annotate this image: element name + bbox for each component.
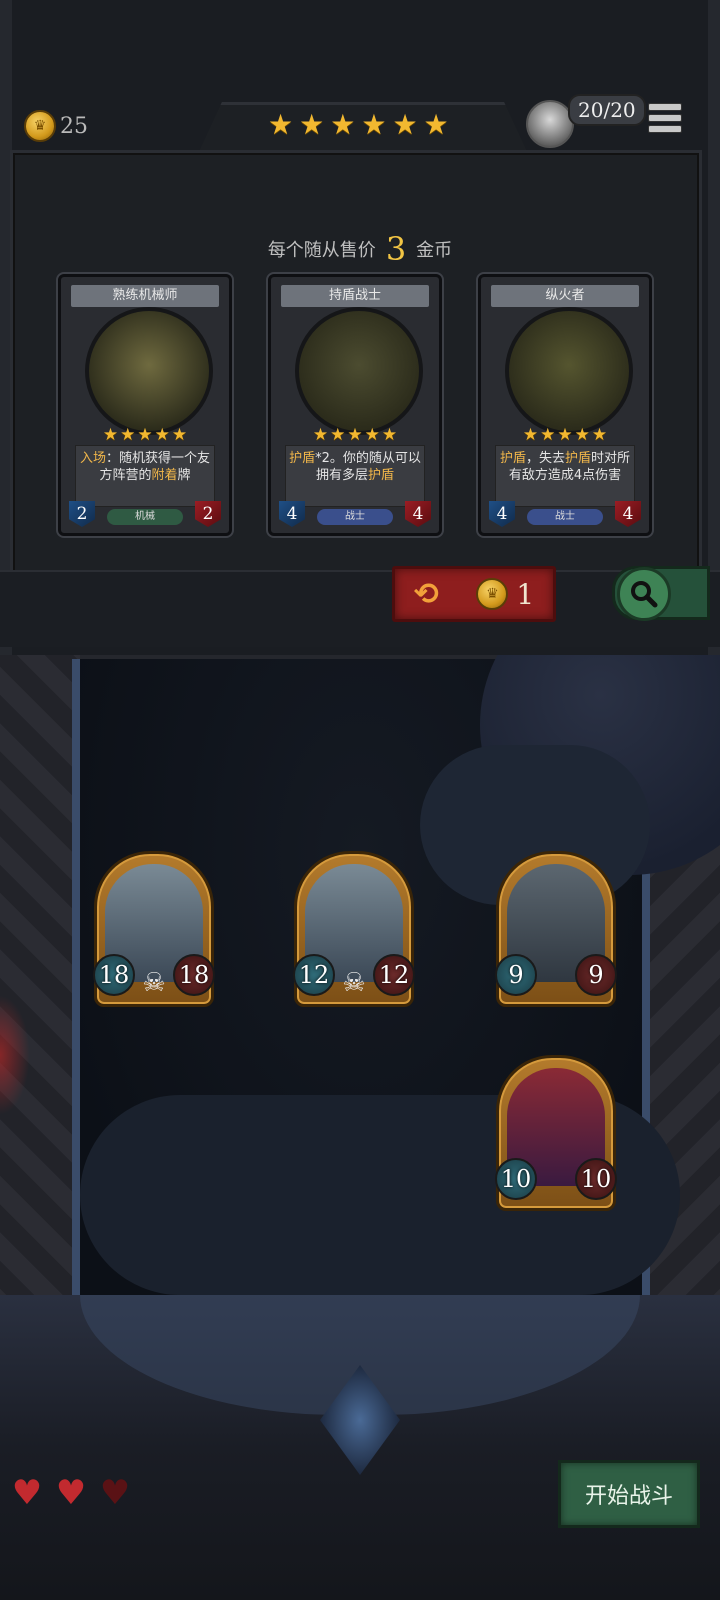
star-icon: ★: [330, 108, 356, 141]
card-health: 4: [405, 501, 431, 527]
price-info: 每个随从售价 3 金币: [0, 230, 720, 268]
keyword: 附着: [151, 468, 178, 483]
refresh-icon: ⟲: [413, 576, 439, 612]
hamburger-menu-icon[interactable]: [648, 103, 682, 133]
price-prefix: 每个随从售价: [267, 240, 376, 261]
gold-amount: 25: [60, 113, 88, 139]
minion-attack: 12: [293, 954, 335, 996]
minion-health: 10: [575, 1158, 617, 1200]
card-attack: 4: [489, 501, 515, 527]
card-portrait: [505, 307, 633, 435]
star-icon: ★: [557, 425, 573, 445]
card-tribe: 机械: [107, 509, 183, 525]
heart-icon: ♥: [99, 1473, 131, 1513]
star-icon: ★: [361, 108, 387, 141]
keyword: 护盾: [289, 451, 316, 466]
star-icon: ★: [381, 425, 398, 445]
star-icon: ★: [392, 108, 418, 141]
card-attack: 2: [69, 501, 95, 527]
crown-coin-icon: ♛: [476, 578, 509, 610]
card-description: 入场：随机获得一个友方阵营的附着牌: [75, 445, 215, 507]
minion-health: 9: [575, 954, 617, 996]
card-tribe: 战士: [527, 509, 603, 525]
skull-icon: ☠: [342, 968, 366, 998]
minion-attack: 10: [495, 1158, 537, 1200]
board-minion[interactable]: 12 ☠ 12: [293, 851, 415, 1007]
red-glow: [0, 995, 30, 1115]
refresh-shop-button[interactable]: ⟲ ♛ 1: [392, 566, 556, 622]
star-icon: ★: [591, 425, 608, 445]
star-icon: ★: [540, 425, 556, 445]
card-portrait: [85, 307, 213, 435]
star-icon: ★: [299, 108, 325, 141]
card-description: 护盾*2。你的随从可以拥有多层护盾: [285, 445, 425, 507]
star-icon: ★: [268, 108, 294, 141]
shop-card[interactable]: 纵火者 ★ ★ ★ ★ ★ 护盾，失去护盾时对所有敌方造成4点伤害 4 战士 4: [478, 274, 652, 536]
star-icon: ★: [171, 425, 188, 445]
keyword: 护盾: [499, 451, 526, 466]
card-health: 2: [195, 501, 221, 527]
player-avatar-icon[interactable]: [526, 100, 574, 148]
heart-icon: ♥: [11, 1473, 43, 1513]
card-attack: 4: [279, 501, 305, 527]
star-icon: ★: [154, 425, 170, 445]
card-stars: ★ ★ ★ ★ ★: [481, 425, 649, 445]
keyword: 护盾: [368, 468, 395, 483]
skull-icon: ☠: [142, 968, 166, 998]
board-minion[interactable]: 18 ☠ 18: [93, 851, 215, 1007]
start-battle-button[interactable]: 开始战斗: [558, 1460, 700, 1528]
minion-health: 18: [173, 954, 215, 996]
desc-text: ，失去: [525, 451, 565, 466]
shop-panel: ♛ 25 ★ ★ ★ ★ ★ ★ 20/20 每个随从售价 3 金币 熟练机械师 ★ ★ ★ ★ ★ 入场…: [0, 0, 720, 655]
card-stars: ★ ★ ★ ★ ★: [271, 425, 439, 445]
card-name: 持盾战士: [281, 285, 429, 307]
shop-action-bar: [0, 570, 720, 647]
magnifier-icon: [617, 567, 671, 621]
card-portrait: [295, 307, 423, 435]
keyword: 入场: [79, 451, 106, 466]
player-status[interactable]: 20/20: [526, 94, 646, 148]
tier-stars: ★ ★ ★ ★ ★ ★: [268, 111, 449, 139]
star-icon: ★: [102, 425, 119, 445]
shop-card[interactable]: 持盾战士 ★ ★ ★ ★ ★ 护盾*2。你的随从可以拥有多层护盾 4 战士 4: [268, 274, 442, 536]
minion-health: 12: [373, 954, 415, 996]
star-icon: ★: [120, 425, 136, 445]
card-stars: ★ ★ ★ ★ ★: [61, 425, 229, 445]
star-icon: ★: [574, 425, 590, 445]
card-name: 纵火者: [491, 285, 639, 307]
star-icon: ★: [364, 425, 380, 445]
star-icon: ★: [137, 425, 153, 445]
keyword: 护盾: [565, 451, 592, 466]
lives-indicator: ♥ ♥ ♥: [8, 1476, 134, 1510]
panel-border-right: [708, 0, 720, 655]
star-icon: ★: [423, 108, 449, 141]
card-name: 熟练机械师: [71, 285, 219, 307]
desc-text: 牌: [177, 468, 191, 483]
crown-coin-icon: ♛: [24, 110, 56, 142]
board-minion[interactable]: 10 10: [495, 1055, 617, 1211]
price-value: 3: [385, 230, 407, 268]
star-icon: ★: [330, 425, 346, 445]
card-health: 4: [615, 501, 641, 527]
board-minion[interactable]: 99: [495, 851, 617, 1007]
price-suffix: 金币: [416, 240, 453, 261]
star-icon: ★: [347, 425, 363, 445]
card-tribe: 战士: [317, 509, 393, 525]
refresh-cost: 1: [516, 577, 535, 611]
star-icon: ★: [312, 425, 329, 445]
search-button[interactable]: [612, 566, 710, 621]
minion-attack: 18: [93, 954, 135, 996]
gold-counter: ♛ 25: [24, 110, 88, 142]
card-description: 护盾，失去护盾时对所有敌方造成4点伤害: [495, 445, 635, 507]
heart-icon: ♥: [55, 1473, 87, 1513]
minion-attack: 9: [495, 954, 537, 996]
star-icon: ★: [522, 425, 539, 445]
player-hp: 20/20: [568, 94, 646, 126]
shop-card[interactable]: 熟练机械师 ★ ★ ★ ★ ★ 入场：随机获得一个友方阵营的附着牌 2 机械 2: [58, 274, 232, 536]
